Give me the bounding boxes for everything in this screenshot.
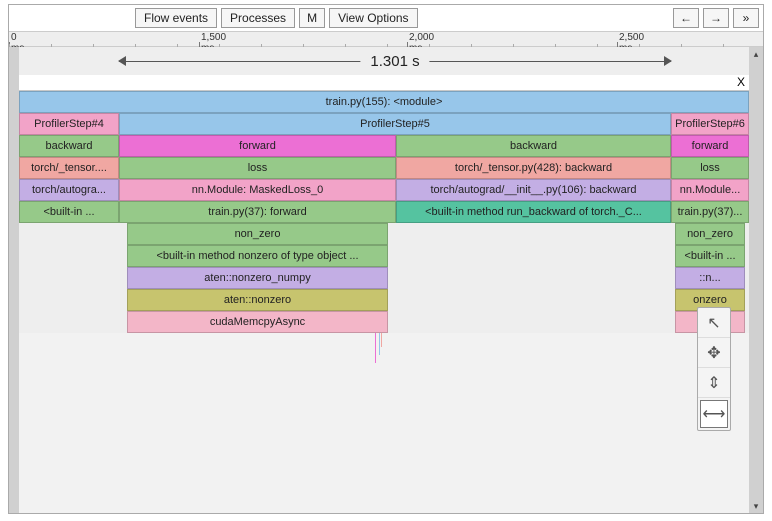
trace-event[interactable]: ProfilerStep#5 bbox=[119, 113, 671, 135]
trace-event[interactable]: backward bbox=[396, 135, 671, 157]
trace-event[interactable]: <built-in method nonzero of type object … bbox=[127, 245, 388, 267]
gutter-left bbox=[9, 47, 19, 513]
selection-duration: 1.301 s bbox=[119, 47, 671, 75]
trace-event[interactable]: train.py(37)... bbox=[671, 201, 749, 223]
toolbar: Flow events Processes M View Options ← →… bbox=[9, 5, 763, 31]
processes-button[interactable]: Processes bbox=[221, 8, 295, 28]
trace-event[interactable]: aten::nonzero_numpy bbox=[127, 267, 388, 289]
trace-event[interactable]: loss bbox=[119, 157, 396, 179]
trace-event[interactable]: cudaMemcpyAsync bbox=[127, 311, 388, 333]
trace-event[interactable]: non_zero bbox=[127, 223, 388, 245]
lane: non_zero non_zero bbox=[19, 223, 749, 245]
trace-event[interactable]: ::n... bbox=[675, 267, 745, 289]
trace-event[interactable]: torch/_tensor.py(428): backward bbox=[396, 157, 671, 179]
trace-event[interactable]: loss bbox=[671, 157, 749, 179]
time-ruler[interactable]: 0 ms1,500 ms2,000 ms2,500 ms bbox=[9, 31, 763, 47]
lane: cudaMemcpyAsyncaM... bbox=[19, 311, 749, 333]
trace-event[interactable]: ProfilerStep#4 bbox=[19, 113, 119, 135]
trace-content[interactable]: 1.301 s X train.py(155): <module>Profile… bbox=[19, 47, 749, 513]
lane: torch/_tensor....losstorch/_tensor.py(42… bbox=[19, 157, 749, 179]
lane: torch/autogra...nn.Module: MaskedLoss_0t… bbox=[19, 179, 749, 201]
zoom-tool[interactable]: ⇕ bbox=[698, 368, 730, 398]
trace-event[interactable]: forward bbox=[671, 135, 749, 157]
trace-event[interactable]: aten::nonzero bbox=[127, 289, 388, 311]
trace-event[interactable]: torch/autogra... bbox=[19, 179, 119, 201]
trace-event[interactable]: torch/_tensor.... bbox=[19, 157, 119, 179]
lower-area bbox=[19, 333, 749, 513]
trace-event[interactable]: train.py(37): forward bbox=[119, 201, 396, 223]
trace-event[interactable]: torch/autograd/__init__.py(106): backwar… bbox=[396, 179, 671, 201]
lane: <built-in method nonzero of type object … bbox=[19, 245, 749, 267]
lane: train.py(155): <module> bbox=[19, 91, 749, 113]
trace-event[interactable] bbox=[379, 333, 380, 355]
lane: aten::nonzero_numpy::n... bbox=[19, 267, 749, 289]
trace-event[interactable]: <built-in method run_backward of torch._… bbox=[396, 201, 671, 223]
tool-palette: ↖ ✥ ⇕ ⟷ bbox=[697, 307, 731, 431]
trace-event[interactable]: <built-in ... bbox=[19, 201, 119, 223]
trace-event[interactable]: backward bbox=[19, 135, 119, 157]
view-options-button[interactable]: View Options bbox=[329, 8, 417, 28]
scroll-up-icon[interactable]: ▴ bbox=[751, 49, 761, 59]
duration-label: 1.301 s bbox=[360, 53, 429, 70]
trace-event[interactable]: non_zero bbox=[675, 223, 745, 245]
pan-tool[interactable]: ✥ bbox=[698, 338, 730, 368]
trace-event[interactable]: nn.Module: MaskedLoss_0 bbox=[119, 179, 396, 201]
flow-events-button[interactable]: Flow events bbox=[135, 8, 217, 28]
overflow-button[interactable]: » bbox=[733, 8, 759, 28]
nav-right-button[interactable]: → bbox=[703, 8, 729, 28]
m-button[interactable]: M bbox=[299, 8, 325, 28]
close-icon[interactable]: X bbox=[737, 75, 745, 89]
scroll-down-icon[interactable]: ▾ bbox=[751, 501, 761, 511]
track-header: X bbox=[19, 75, 749, 91]
trace-event[interactable]: nn.Module... bbox=[671, 179, 749, 201]
lane: ProfilerStep#4ProfilerStep#5ProfilerStep… bbox=[19, 113, 749, 135]
trace-event[interactable]: train.py(155): <module> bbox=[19, 91, 749, 113]
trace-event[interactable] bbox=[381, 333, 382, 347]
timing-tool[interactable]: ⟷ bbox=[700, 400, 728, 428]
pointer-tool[interactable]: ↖ bbox=[698, 308, 730, 338]
trace-event[interactable]: ProfilerStep#6 bbox=[671, 113, 749, 135]
lane: aten::nonzeroonzero bbox=[19, 289, 749, 311]
tracks: X train.py(155): <module>ProfilerStep#4P… bbox=[19, 75, 749, 513]
gutter-right[interactable]: ▴ ▾ bbox=[749, 47, 763, 513]
trace-event[interactable]: forward bbox=[119, 135, 396, 157]
trace-event[interactable] bbox=[375, 333, 376, 363]
lane: <built-in ...train.py(37): forward<built… bbox=[19, 201, 749, 223]
lane: backwardforwardbackwardforward bbox=[19, 135, 749, 157]
trace-event[interactable]: <built-in ... bbox=[675, 245, 745, 267]
main-area: 1.301 s X train.py(155): <module>Profile… bbox=[9, 47, 763, 513]
nav-left-button[interactable]: ← bbox=[673, 8, 699, 28]
